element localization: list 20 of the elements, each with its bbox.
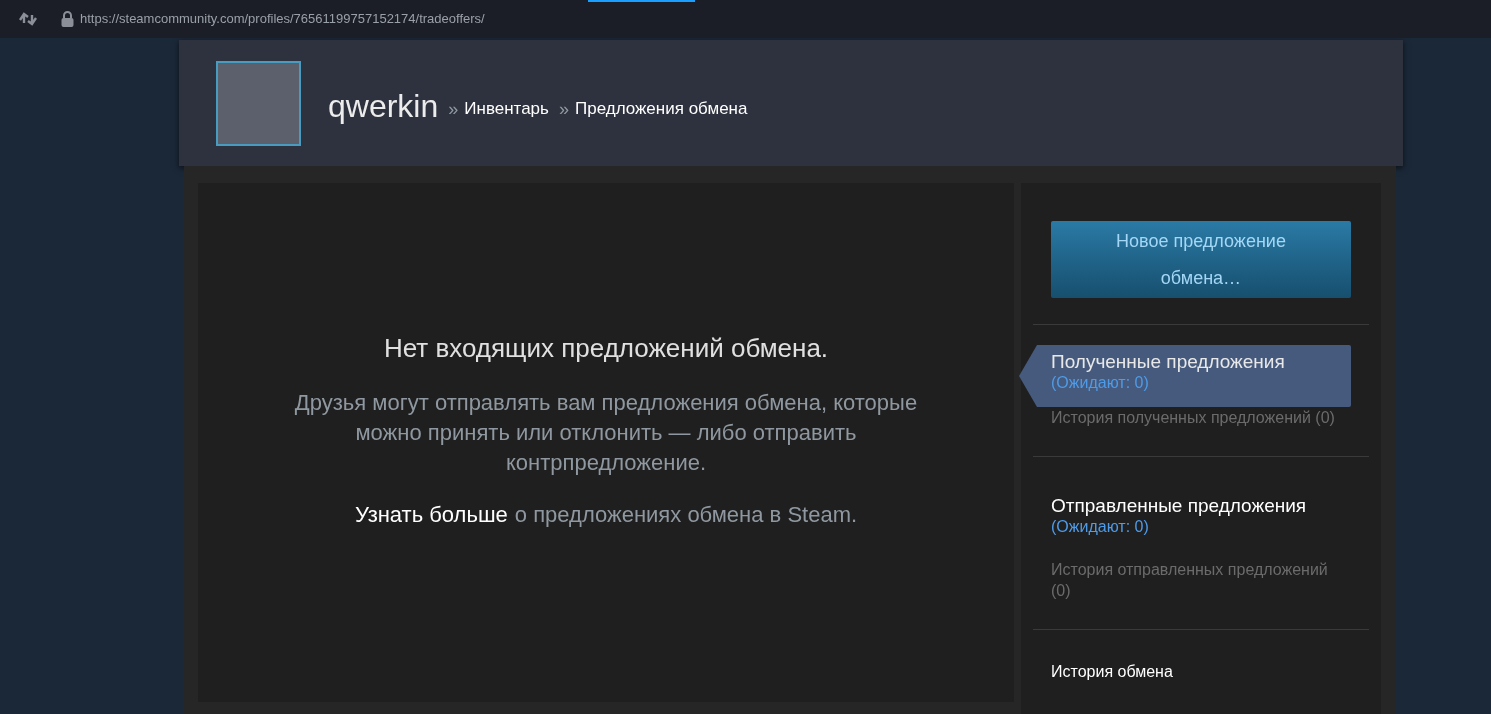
profile-name[interactable]: qwerkin (328, 82, 439, 130)
offers-tab[interactable]: Полученные предложения (Ожидают: 0) (1019, 345, 1351, 407)
breadcrumb-separator: » (558, 97, 569, 121)
lock-icon (61, 11, 74, 27)
reload-icon[interactable] (18, 11, 38, 27)
trade-history-link[interactable]: История обмена (1051, 660, 1173, 684)
offers-title: Отправленные предложения (1051, 495, 1307, 517)
url-text[interactable]: https://steamcommunity.com/profiles/76561199757152174/tradeoffers/ (80, 9, 485, 29)
new-offer-button[interactable]: Новое предложение обмена… (1051, 221, 1351, 298)
offers-tab[interactable]: Отправленные предложения (Ожидают: 0) (1051, 477, 1307, 537)
learn-more-text: о предложениях обмена в Steam. (514, 501, 858, 529)
pending-count: (Ожидают: 0) (1051, 517, 1150, 537)
offers-title: Полученные предложения (1051, 351, 1286, 373)
empty-title: Нет входящих предложений обмена. (383, 332, 829, 365)
breadcrumb-link[interactable]: Инвентарь (464, 96, 549, 122)
breadcrumb-separator: » (448, 97, 459, 121)
learn-more-link[interactable]: Узнать больше (354, 498, 508, 531)
empty-description: Друзья могут отправлять вам предложения обмена, которые можно принять или отклонить — либо отправить контрпредложение. (293, 389, 919, 477)
pending-count: (Ожидают: 0) (1051, 373, 1150, 393)
breadcrumb-link[interactable]: Предложения обмена (574, 96, 748, 122)
